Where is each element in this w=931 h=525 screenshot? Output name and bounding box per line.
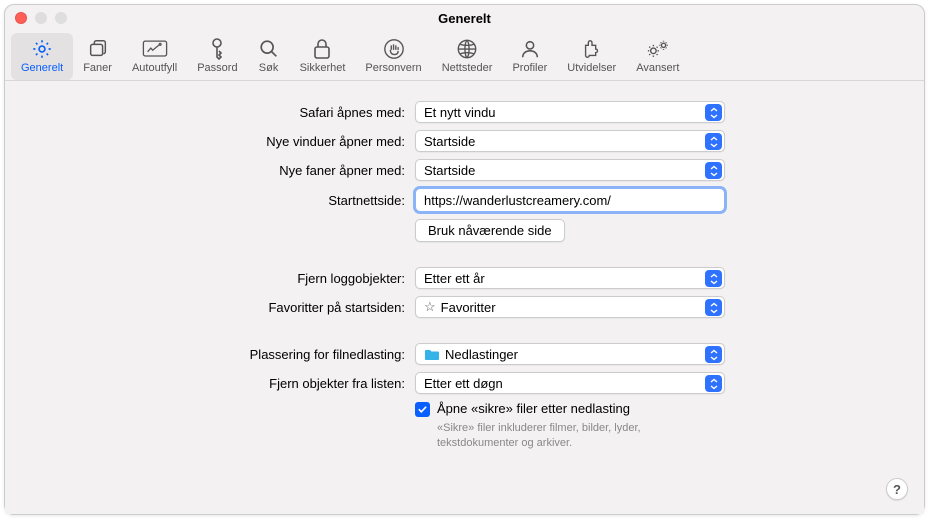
tab-autofill[interactable]: Autoutfyll xyxy=(122,33,187,80)
tab-search[interactable]: Søk xyxy=(248,33,290,80)
window-title: Generelt xyxy=(438,11,491,26)
tab-label: Sikkerhet xyxy=(300,62,346,74)
chevron-updown-icon xyxy=(705,299,722,316)
tab-general[interactable]: Generelt xyxy=(11,33,73,80)
tab-passwords[interactable]: Passord xyxy=(187,33,247,80)
minimize-window-button[interactable] xyxy=(35,12,47,24)
chevron-updown-icon xyxy=(705,104,722,121)
open-safe-files-checkbox[interactable] xyxy=(415,402,430,417)
preferences-window: Generelt Generelt Faner Autoutfyll Passo… xyxy=(4,4,925,515)
close-window-button[interactable] xyxy=(15,12,27,24)
chevron-updown-icon xyxy=(705,346,722,363)
tab-label: Autoutfyll xyxy=(132,62,177,74)
tab-label: Nettsteder xyxy=(442,62,493,74)
lock-icon xyxy=(312,37,332,61)
tabs-icon xyxy=(87,37,109,61)
select-value: Nedlastinger xyxy=(445,347,518,362)
tab-label: Passord xyxy=(197,62,237,74)
chevron-updown-icon xyxy=(705,162,722,179)
remove-log-label: Fjern loggobjekter: xyxy=(45,271,415,286)
tab-advanced[interactable]: Avansert xyxy=(626,33,689,80)
toolbar: Generelt Faner Autoutfyll Passord Søk xyxy=(5,31,924,81)
window-controls xyxy=(15,12,67,24)
tab-label: Søk xyxy=(259,62,279,74)
tab-label: Personvern xyxy=(365,62,421,74)
favorites-label: Favoritter på startsiden: xyxy=(45,300,415,315)
titlebar: Generelt xyxy=(5,5,924,31)
opens-with-label: Safari åpnes med: xyxy=(45,105,415,120)
gear-icon xyxy=(31,37,53,61)
tab-faner[interactable]: Faner xyxy=(73,33,122,80)
chevron-updown-icon xyxy=(705,270,722,287)
folder-icon xyxy=(424,348,440,361)
chevron-updown-icon xyxy=(705,375,722,392)
use-current-page-button[interactable]: Bruk nåværende side xyxy=(415,219,565,242)
new-tabs-select[interactable]: Startside xyxy=(415,159,725,181)
select-value: Et nytt vindu xyxy=(424,105,496,120)
help-button[interactable]: ? xyxy=(886,478,908,500)
tab-profiles[interactable]: Profiler xyxy=(502,33,557,80)
select-value: Etter ett år xyxy=(424,271,485,286)
select-value: Startside xyxy=(424,163,475,178)
homepage-label: Startnettside: xyxy=(45,193,415,208)
remove-list-select[interactable]: Etter ett døgn xyxy=(415,372,725,394)
tab-label: Faner xyxy=(83,62,112,74)
safe-files-help-text: «Sikre» filer inkluderer filmer, bilder,… xyxy=(437,421,697,452)
pen-icon xyxy=(142,37,168,61)
puzzle-icon xyxy=(581,37,603,61)
tab-extensions[interactable]: Utvidelser xyxy=(557,33,626,80)
search-icon xyxy=(258,37,280,61)
gears-icon xyxy=(646,37,670,61)
favorites-select[interactable]: ☆ Favoritter xyxy=(415,296,725,318)
remove-list-label: Fjern objekter fra listen: xyxy=(45,376,415,391)
tab-security[interactable]: Sikkerhet xyxy=(290,33,356,80)
person-icon xyxy=(519,37,541,61)
tab-privacy[interactable]: Personvern xyxy=(355,33,431,80)
hand-icon xyxy=(383,37,405,61)
new-windows-select[interactable]: Startside xyxy=(415,130,725,152)
star-icon: ☆ xyxy=(424,299,436,315)
tab-label: Avansert xyxy=(636,62,679,74)
select-value: Startside xyxy=(424,134,475,149)
tab-label: Profiler xyxy=(512,62,547,74)
new-tabs-label: Nye faner åpner med: xyxy=(45,163,415,178)
select-value: Favoritter xyxy=(441,300,496,315)
tab-label: Utvidelser xyxy=(567,62,616,74)
opens-with-select[interactable]: Et nytt vindu xyxy=(415,101,725,123)
homepage-input[interactable] xyxy=(415,188,725,212)
key-icon xyxy=(207,37,227,61)
chevron-updown-icon xyxy=(705,133,722,150)
zoom-window-button[interactable] xyxy=(55,12,67,24)
open-safe-files-label: Åpne «sikre» filer etter nedlasting xyxy=(437,401,630,416)
download-location-select[interactable]: Nedlastinger xyxy=(415,343,725,365)
download-location-label: Plassering for filnedlasting: xyxy=(45,347,415,362)
tab-websites[interactable]: Nettsteder xyxy=(432,33,503,80)
remove-log-select[interactable]: Etter ett år xyxy=(415,267,725,289)
content-pane: Safari åpnes med: Et nytt vindu Nye vind… xyxy=(5,81,924,514)
select-value: Etter ett døgn xyxy=(424,376,503,391)
tab-label: Generelt xyxy=(21,62,63,74)
new-windows-label: Nye vinduer åpner med: xyxy=(45,134,415,149)
globe-icon xyxy=(456,37,478,61)
